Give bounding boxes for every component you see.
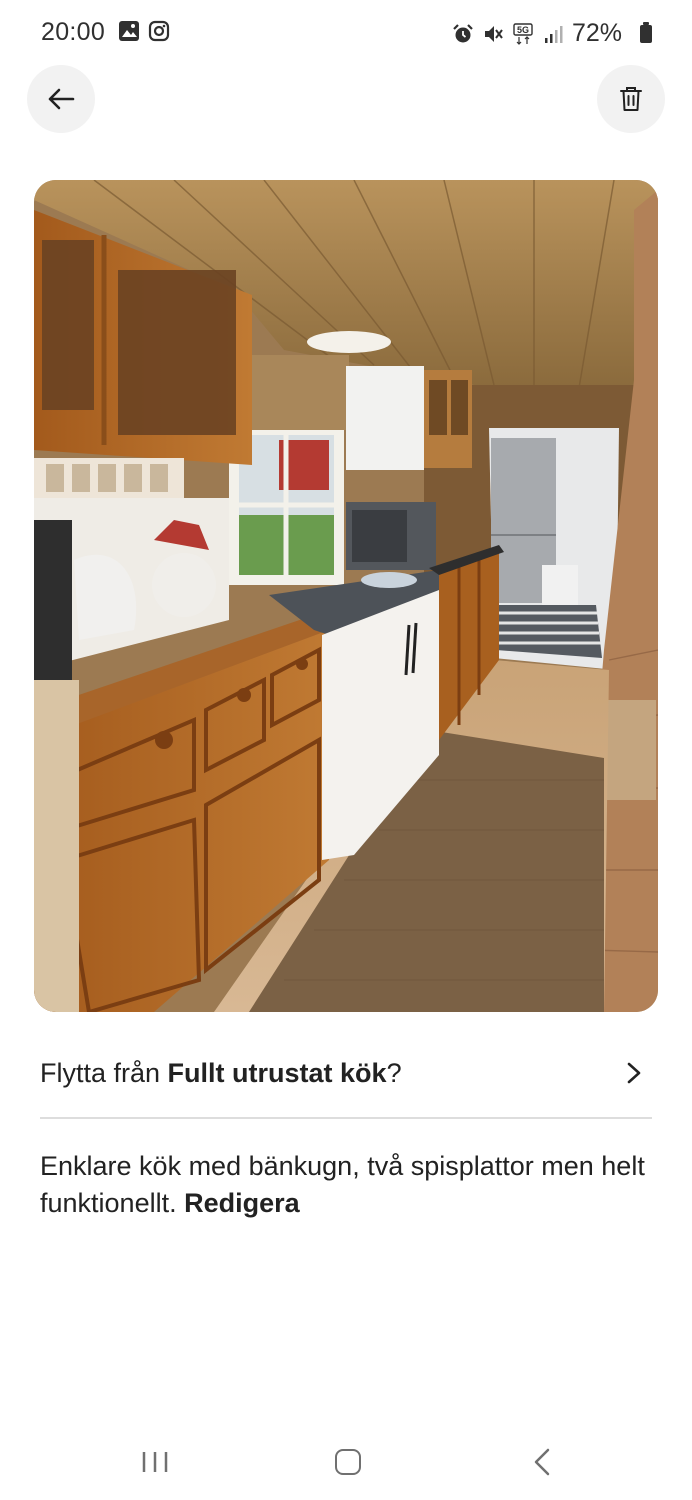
status-system-icons: 5G 72% bbox=[452, 19, 644, 48]
chevron-right-icon bbox=[627, 1062, 641, 1084]
mute-icon bbox=[484, 25, 503, 42]
delete-button[interactable] bbox=[597, 65, 665, 133]
move-target: Fullt utrustat kök bbox=[167, 1057, 387, 1088]
edit-caption-link[interactable]: Redigera bbox=[184, 1188, 300, 1218]
listing-photo[interactable] bbox=[34, 180, 658, 1012]
5g-label: 5G bbox=[517, 25, 529, 35]
move-suffix: ? bbox=[386, 1057, 402, 1088]
caption-text: Enklare kök med bänkugn, två spisplattor… bbox=[40, 1151, 645, 1218]
arrow-left-icon bbox=[48, 88, 75, 110]
kitchen-photo bbox=[34, 180, 658, 1012]
photo-caption: Enklare kök med bänkugn, två spisplattor… bbox=[40, 1148, 660, 1222]
status-notification-icons bbox=[118, 20, 170, 42]
system-nav-bar bbox=[0, 1420, 692, 1500]
5g-icon: 5G bbox=[513, 22, 533, 45]
back-icon[interactable] bbox=[533, 1448, 551, 1476]
home-icon[interactable] bbox=[335, 1449, 361, 1475]
instagram-icon bbox=[148, 20, 170, 42]
status-bar: 20:00 5G 72% bbox=[0, 0, 692, 66]
recent-apps-icon[interactable] bbox=[141, 1450, 169, 1474]
back-button[interactable] bbox=[27, 65, 95, 133]
alarm-icon bbox=[453, 23, 473, 42]
divider bbox=[40, 1117, 652, 1119]
signal-icon bbox=[544, 25, 563, 43]
battery-icon bbox=[640, 22, 652, 44]
status-time: 20:00 bbox=[41, 18, 106, 46]
gallery-icon bbox=[119, 21, 139, 41]
move-from-text: Flytta från Fullt utrustat kök? bbox=[40, 1058, 402, 1089]
move-prefix: Flytta från bbox=[40, 1057, 168, 1088]
move-from-row[interactable]: Flytta från Fullt utrustat kök? bbox=[40, 1048, 652, 1098]
battery-percent: 72% bbox=[571, 19, 622, 47]
trash-icon bbox=[620, 87, 642, 111]
